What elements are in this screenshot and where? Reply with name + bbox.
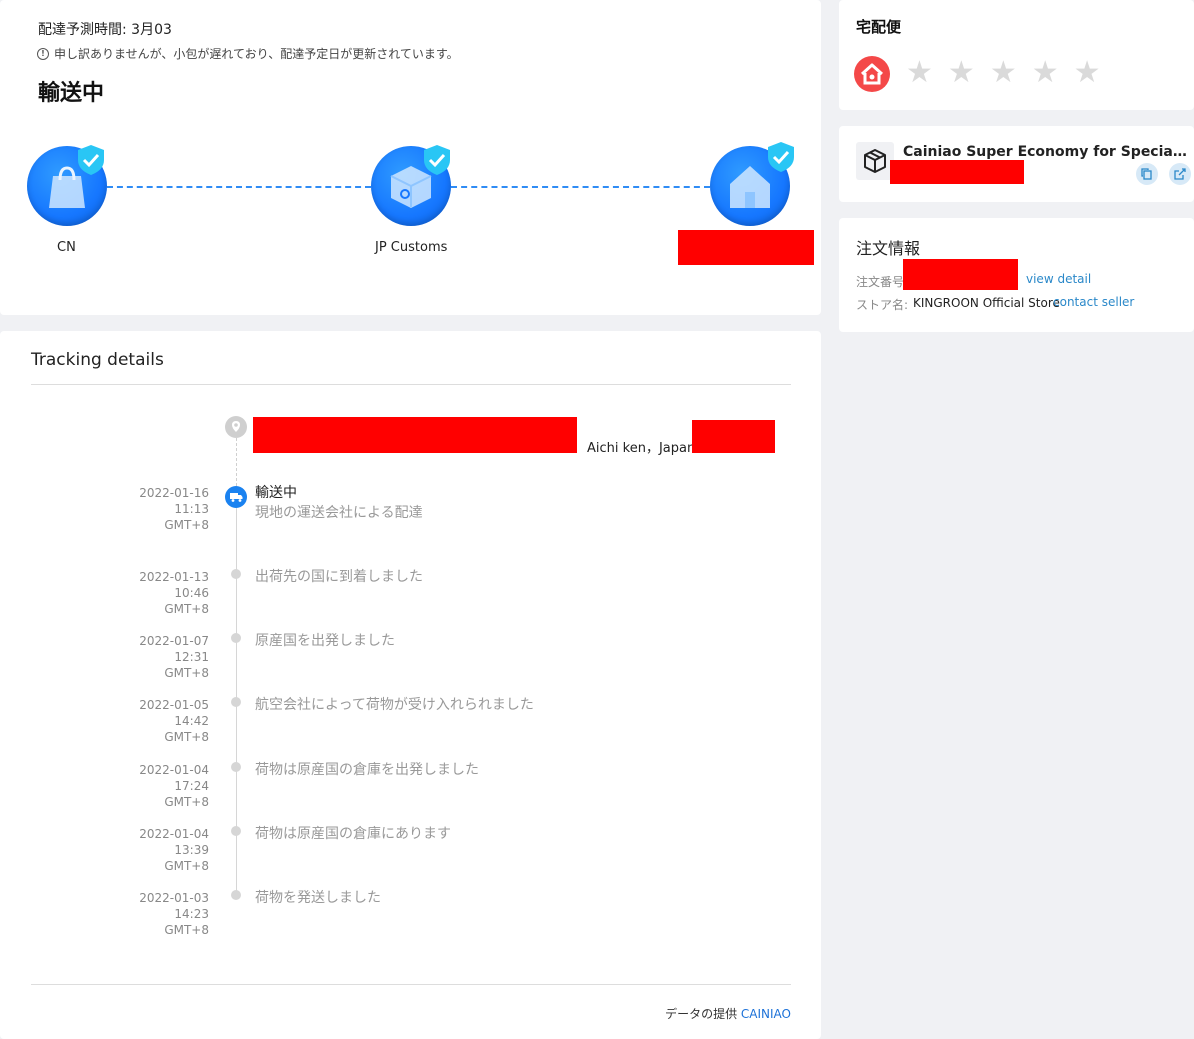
order-info-title: 注文情報 <box>856 239 921 258</box>
timeline-dot <box>231 890 241 900</box>
redacted-tracking-number <box>890 160 1024 184</box>
store-name: KINGROON Official Store <box>913 296 1060 310</box>
event-datetime: 2022-01-05 14:42 <box>139 698 209 728</box>
event-time: 2022-01-13 10:46 GMT+8 <box>113 569 209 617</box>
event-timezone: GMT+8 <box>164 602 209 616</box>
event-detail: 荷物を発送しました <box>255 890 381 906</box>
store-name-label: ストア名: <box>856 298 909 312</box>
event-timezone: GMT+8 <box>164 859 209 873</box>
event-detail: 荷物は原産国の倉庫にあります <box>255 826 451 842</box>
package-icon <box>856 142 894 180</box>
truck-icon <box>225 486 247 508</box>
timeline-dot <box>231 569 241 579</box>
event-time: 2022-01-07 12:31 GMT+8 <box>113 633 209 681</box>
tracking-details-title: Tracking details <box>31 350 164 370</box>
star-icon[interactable]: ★ <box>1074 58 1101 88</box>
alert-icon: ! <box>37 47 49 60</box>
shipment-status-title: 輸送中 <box>38 81 105 106</box>
estimated-delivery: 配達予測時間: 3月03 <box>38 22 172 38</box>
progress-connector-1 <box>107 186 371 188</box>
event-datetime: 2022-01-13 10:46 <box>139 570 209 600</box>
event-datetime: 2022-01-04 17:24 <box>139 763 209 793</box>
star-icon[interactable]: ★ <box>1032 58 1059 88</box>
event-datetime: 2022-01-16 11:13 <box>139 486 209 516</box>
contact-seller-link[interactable]: contact seller <box>1053 295 1134 309</box>
external-link-icon <box>1174 168 1186 180</box>
delay-notice: ! 申し訳ありませんが、小包が遅れており、配達予定日が更新されています。 <box>37 45 459 62</box>
home-icon <box>860 63 884 85</box>
data-provider-label: データの提供 <box>665 1007 738 1021</box>
event-time: 2022-01-16 11:13 GMT+8 <box>113 485 209 533</box>
shipping-service-name: Cainiao Super Economy for Special Goods <box>903 144 1188 160</box>
redacted-destination <box>678 230 814 265</box>
step-origin-label: CN <box>57 240 76 255</box>
event-detail: 現地の運送会社による配達 <box>255 505 423 521</box>
event-datetime: 2022-01-07 12:31 <box>139 634 209 664</box>
address-region: Aichi ken，Japan <box>587 441 696 456</box>
event-time: 2022-01-03 14:23 GMT+8 <box>113 890 209 938</box>
event-timezone: GMT+8 <box>164 518 209 532</box>
event-datetime: 2022-01-03 14:23 <box>139 891 209 921</box>
view-detail-link[interactable]: view detail <box>1026 272 1091 286</box>
timeline-dashed-line <box>236 438 237 486</box>
cainiao-link[interactable]: CAINIAO <box>741 1007 791 1021</box>
event-time: 2022-01-04 17:24 GMT+8 <box>113 762 209 810</box>
star-icon[interactable]: ★ <box>990 58 1017 88</box>
step-customs-label: JP Customs <box>375 240 448 255</box>
carrier-logo <box>854 56 890 92</box>
data-provider: データの提供 CAINIAO <box>665 1005 791 1022</box>
copy-icon <box>1141 168 1152 180</box>
star-icon[interactable]: ★ <box>948 58 975 88</box>
open-external-button[interactable] <box>1169 163 1191 185</box>
copy-button[interactable] <box>1136 163 1158 185</box>
event-detail: 原産国を出発しました <box>255 633 395 649</box>
event-title: 輸送中 <box>255 485 297 501</box>
event-detail: 航空会社によって荷物が受け入れられました <box>255 697 534 713</box>
timeline-dot <box>231 697 241 707</box>
delay-notice-text: 申し訳ありませんが、小包が遅れており、配達予定日が更新されています。 <box>54 47 459 61</box>
event-datetime: 2022-01-04 13:39 <box>139 827 209 857</box>
verified-shield-icon <box>424 145 450 175</box>
timeline-dot <box>231 826 241 836</box>
event-detail: 出荷先の国に到着しました <box>255 569 423 585</box>
redacted-address <box>253 417 577 453</box>
event-time: 2022-01-05 14:42 GMT+8 <box>113 697 209 745</box>
location-pin-icon <box>225 416 247 438</box>
divider <box>31 384 791 385</box>
event-timezone: GMT+8 <box>164 730 209 744</box>
carrier-rating[interactable]: ★ ★ ★ ★ ★ <box>906 58 1101 88</box>
carrier-title: 宅配便 <box>856 18 902 36</box>
event-timezone: GMT+8 <box>164 923 209 937</box>
event-timezone: GMT+8 <box>164 795 209 809</box>
order-number-label: 注文番号 <box>856 275 905 289</box>
star-icon[interactable]: ★ <box>906 58 933 88</box>
verified-shield-icon <box>78 145 104 175</box>
divider <box>31 984 791 985</box>
event-time: 2022-01-04 13:39 GMT+8 <box>113 826 209 874</box>
event-timezone: GMT+8 <box>164 666 209 680</box>
timeline-dot <box>231 762 241 772</box>
redacted-postal-code <box>692 420 775 453</box>
event-detail: 荷物は原産国の倉庫を出発しました <box>255 762 479 778</box>
timeline-dot <box>231 633 241 643</box>
progress-connector-2 <box>451 186 710 188</box>
redacted-order-number <box>903 259 1018 290</box>
verified-shield-icon <box>768 142 794 172</box>
